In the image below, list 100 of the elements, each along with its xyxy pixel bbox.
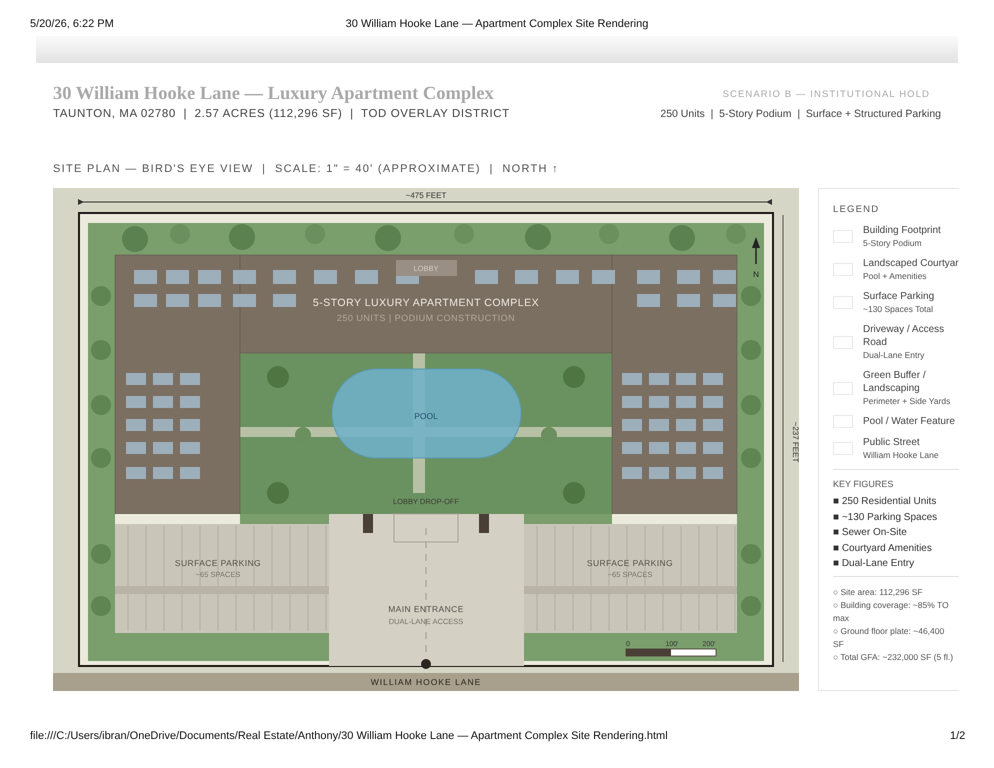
window: [637, 270, 660, 284]
legend-sublabel: 5-Story Podium: [863, 237, 923, 249]
dimension-label: ~237 FEET: [791, 422, 799, 462]
bollard: [479, 514, 489, 533]
window: [622, 467, 642, 479]
window: [126, 467, 146, 479]
legend-title: LEGEND: [833, 204, 880, 215]
tree: [726, 224, 746, 244]
window: [153, 467, 173, 479]
window: [233, 294, 256, 307]
print-date: 5/20/26, 6:22 PM: [30, 18, 114, 30]
tree: [599, 224, 619, 244]
pool-label: POOL: [414, 411, 438, 421]
parking-label: SURFACE PARKING: [174, 558, 262, 568]
window: [273, 294, 296, 307]
window: [126, 442, 146, 454]
building-sublabel: 250 UNITS | PODIUM CONSTRUCTION: [336, 313, 516, 323]
window: [180, 373, 200, 385]
window: [126, 396, 146, 408]
bollard: [363, 514, 373, 533]
window: [475, 270, 498, 284]
window: [180, 396, 200, 408]
window: [703, 419, 723, 431]
page-number: 1/2: [950, 730, 966, 742]
window: [556, 270, 579, 284]
window: [153, 396, 173, 408]
tree: [563, 482, 585, 504]
legend-sublabel: ~130 Spaces Total: [863, 303, 934, 315]
legend-label: Driveway / Access Road: [863, 323, 946, 349]
tree: [91, 596, 111, 616]
tree: [91, 544, 111, 564]
parking-label: SURFACE PARKING: [586, 558, 674, 568]
legend-label: Green Buffer / Landscaping: [863, 369, 927, 395]
key-figure: ■ ~130 Parking Spaces: [833, 510, 938, 524]
window: [713, 270, 736, 284]
north-label: N: [753, 270, 759, 279]
tree: [267, 366, 289, 388]
tree: [669, 225, 695, 251]
window: [622, 442, 642, 454]
page-title: 30 William Hooke Lane — Luxury Apartment Complex: [53, 84, 495, 105]
window: [314, 270, 337, 284]
window: [649, 442, 669, 454]
stat-line: ○ Total GFA: ~232,000 SF (5 fl.): [833, 650, 954, 664]
entrance-label: MAIN ENTRANCE: [388, 604, 464, 614]
tree: [741, 340, 761, 360]
window: [622, 373, 642, 385]
summary-line: 250 Units | 5-Story Podium | Surface + Structured Parking: [660, 108, 941, 120]
window: [134, 294, 157, 307]
window: [153, 419, 173, 431]
window: [703, 467, 723, 479]
stat-line: ○ Ground floor plate: ~46,400 SF: [833, 624, 946, 650]
tree: [375, 225, 401, 251]
window: [676, 396, 696, 408]
window: [676, 442, 696, 454]
window: [180, 467, 200, 479]
tree: [305, 224, 325, 244]
plan-caption: SITE PLAN — BIRD'S EYE VIEW | SCALE: 1" = 40' (APPROXIMATE) | NORTH ↑: [53, 163, 560, 175]
window: [153, 373, 173, 385]
entry-marker: [421, 659, 431, 669]
window: [153, 442, 173, 454]
window: [126, 373, 146, 385]
window: [703, 373, 723, 385]
window: [622, 419, 642, 431]
window: [649, 467, 669, 479]
tree: [741, 544, 761, 564]
building-label: 5-STORY LUXURY APARTMENT COMPLEX: [312, 297, 540, 309]
scenario-label: SCENARIO B — INSTITUTIONAL HOLD: [722, 89, 930, 100]
tree: [454, 224, 474, 244]
tree: [170, 224, 190, 244]
key-figure: ■ Sewer On-Site: [833, 526, 908, 540]
lobby-block: [396, 260, 457, 276]
print-url: file:///C:/Users/ibran/OneDrive/Documents/Real Estate/Anthony/30 William Hooke Lane — Apartment Complex Site Rendering.html: [30, 730, 668, 742]
window: [703, 396, 723, 408]
stat-line: ○ Building coverage: ~85% TO max: [833, 598, 950, 624]
legend-sublabel: Dual-Lane Entry: [863, 349, 926, 361]
window: [592, 270, 615, 284]
window: [273, 270, 296, 284]
tree: [91, 395, 111, 415]
tree: [91, 448, 111, 468]
window: [126, 419, 146, 431]
window: [166, 270, 189, 284]
tree: [741, 448, 761, 468]
window: [198, 270, 221, 284]
print-title: 30 William Hooke Lane — Apartment Complex Site Rendering: [346, 18, 648, 30]
legend-label: Building Footprint: [863, 224, 942, 237]
tree: [91, 340, 111, 360]
tree: [122, 226, 148, 252]
window: [649, 396, 669, 408]
location-line: TAUNTON, MA 02780 | 2.57 ACRES (112,296 SF) | TOD OVERLAY DISTRICT: [53, 108, 510, 120]
tree: [267, 482, 289, 504]
legend-sublabel: Perimeter + Side Yards: [863, 395, 952, 407]
window: [649, 419, 669, 431]
drop-off-area: [394, 514, 458, 542]
window: [515, 270, 538, 284]
north-arrow: [752, 237, 760, 264]
window: [134, 270, 157, 284]
legend-label: Landscaped Courtyar: [863, 257, 959, 270]
legend-label: Public Street: [863, 436, 921, 449]
key-figure: ■ Dual-Lane Entry: [833, 557, 916, 571]
tree: [525, 224, 551, 250]
